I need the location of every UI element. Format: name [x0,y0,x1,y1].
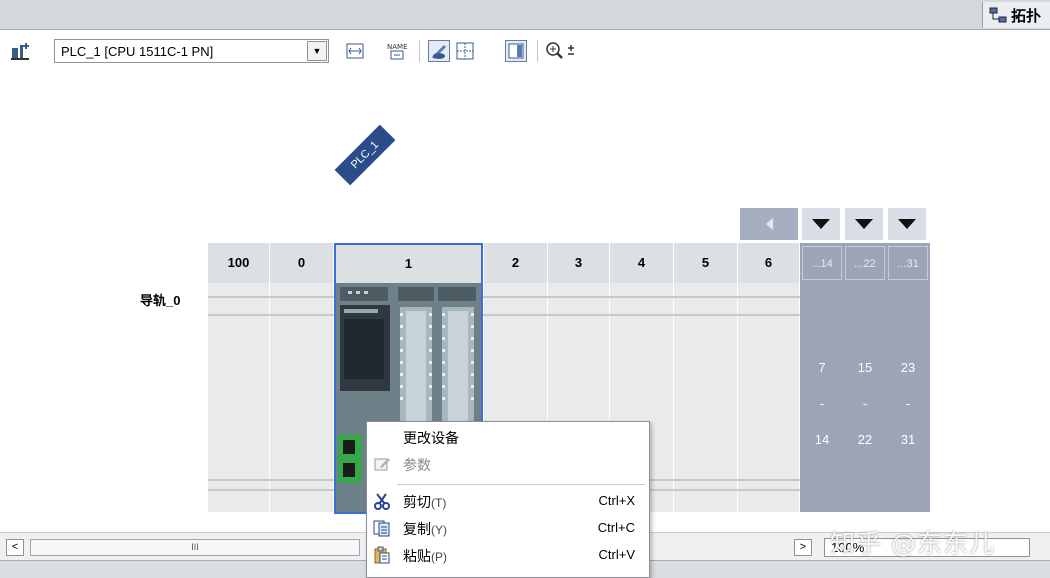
parameters-icon [373,455,391,473]
expand-slots-15-22-button[interactable] [845,208,883,240]
menu-item-label: 参数 [403,458,431,474]
editor-top-bar: 拓扑 [0,0,1050,30]
menu-item-text: 复制 [403,522,431,538]
topology-icon [989,7,1007,23]
slot-0[interactable] [270,283,334,512]
range-dash: - [862,396,868,411]
scroll-left-button[interactable]: < [6,539,24,556]
paste-icon [373,546,391,564]
range-dash: - [905,396,911,411]
slot-5[interactable] [674,283,738,512]
chevron-left-icon [766,218,773,230]
slot-header-5[interactable]: 5 [674,243,738,283]
plc-name-tag[interactable]: PLC_1 [334,124,396,186]
rail-label: 导轨_0 [140,293,181,308]
tab-topology-label: 拓扑 [1011,6,1042,25]
range-end: 31 [900,432,916,447]
range-start: 15 [857,360,873,375]
tab-topology-view[interactable]: 拓扑 [982,2,1050,28]
menu-separator [397,484,645,485]
menu-item-shortcut: Ctrl+C [597,520,635,535]
menu-item-accel: (Y) [431,523,447,537]
range-start: 23 [900,360,916,375]
show-module-names-icon[interactable]: NAME [386,40,408,62]
range-start: 7 [818,360,826,375]
menu-item-copy[interactable]: 复制(Y) Ctrl+C [367,516,649,540]
device-selector-value: PLC_1 [CPU 1511C-1 PN] [61,44,214,59]
range-end: 14 [814,432,830,447]
expansion-range-23-31[interactable]: 23 - 31 [888,350,928,458]
slot-header-2[interactable]: 2 [484,243,548,283]
toolbar-separator [537,40,538,62]
menu-item-accel: (T) [431,496,447,510]
show-labels-icon[interactable] [428,40,450,62]
toolbar-separator [419,40,420,62]
device-selector-dropdown[interactable]: PLC_1 [CPU 1511C-1 PN] ▼ [54,39,329,63]
menu-item-label: 粘贴(P) [403,546,447,566]
menu-item-accel: (P) [431,550,447,564]
menu-item-change-device[interactable]: 更改设备 [367,425,649,449]
network-view-icon[interactable] [10,40,32,62]
rail-line [208,296,800,298]
range-dash: - [819,396,825,411]
slot-100[interactable] [208,283,270,512]
menu-item-label: 复制(Y) [403,519,447,539]
triangle-down-icon [898,219,916,229]
expansion-head-14[interactable]: ...14 [802,246,842,280]
expand-slots-23-31-button[interactable] [888,208,926,240]
menu-item-label: 剪切(T) [403,492,446,512]
triangle-down-icon [855,219,873,229]
expansion-head-22[interactable]: ...22 [845,246,885,280]
expand-slots-7-14-button[interactable] [802,208,840,240]
chevron-down-icon[interactable]: ▼ [307,41,327,61]
triangle-down-icon [812,219,830,229]
overview-panel-icon[interactable] [505,40,527,62]
expansion-range-7-14[interactable]: 7 - 14 [802,350,842,458]
scroll-right-button[interactable]: > [794,539,812,556]
expansion-range-15-22[interactable]: 15 - 22 [845,350,885,458]
slot-header-1[interactable]: 1 [336,245,481,283]
menu-item-cut[interactable]: 剪切(T) Ctrl+X [367,489,649,513]
device-data-icon[interactable] [344,40,366,62]
slot-6[interactable] [738,283,800,512]
grid-icon[interactable] [454,40,476,62]
menu-item-text: 剪切 [403,495,431,511]
svg-text:NAME: NAME [387,43,408,51]
range-end: 22 [857,432,873,447]
slot-header-4[interactable]: 4 [610,243,674,283]
scroll-slots-left-button[interactable] [740,208,798,240]
menu-item-shortcut: Ctrl+V [598,547,635,562]
slot-header-3[interactable]: 3 [548,243,610,283]
menu-item-paste[interactable]: 粘贴(P) Ctrl+V [367,543,649,567]
device-view-toolbar: PLC_1 [CPU 1511C-1 PN] ▼ NAME [0,30,1050,72]
copy-icon [373,519,391,537]
slot-header-100[interactable]: 100 [208,243,270,283]
rail-line [208,314,800,316]
scissors-icon [373,492,391,510]
menu-item-label: 更改设备 [403,431,459,447]
context-menu: 更改设备 参数 剪切(T) Ctrl+X 复制(Y) Ctrl+C 粘贴(P) … [366,421,650,578]
menu-item-parameters[interactable]: 参数 [367,452,649,476]
zoom-icon[interactable] [545,40,591,62]
slot-header-6[interactable]: 6 [738,243,800,283]
menu-item-shortcut: Ctrl+X [598,493,635,508]
menu-item-text: 粘贴 [403,549,431,565]
watermark: 知乎 @东东儿 [830,529,995,558]
scroll-thumb[interactable]: III [30,539,360,556]
expansion-head-31[interactable]: ...31 [888,246,928,280]
slot-header-0[interactable]: 0 [270,243,334,283]
